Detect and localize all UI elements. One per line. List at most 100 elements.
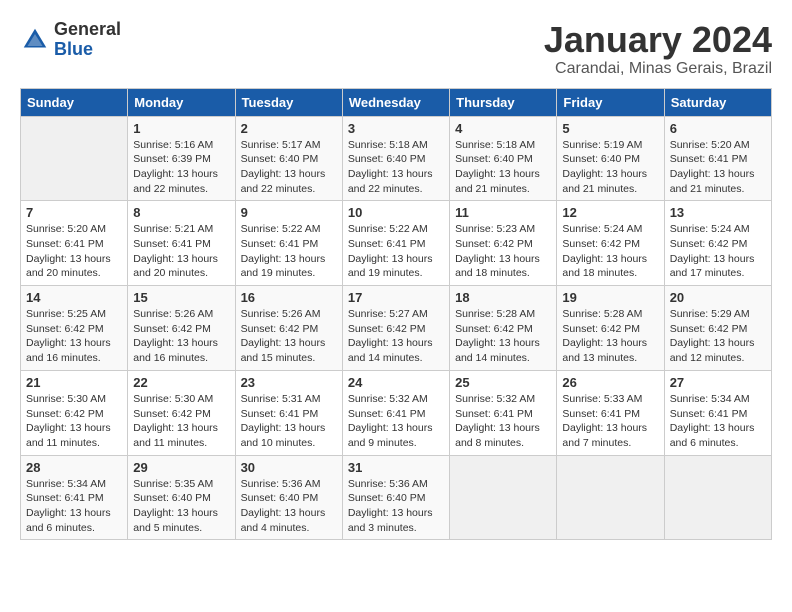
day-number: 12 (562, 205, 658, 220)
calendar-week-row: 1 Sunrise: 5:16 AMSunset: 6:39 PMDaylight… (21, 116, 772, 201)
day-number: 9 (241, 205, 337, 220)
day-info: Sunrise: 5:29 AMSunset: 6:42 PMDaylight:… (670, 307, 766, 366)
calendar-cell: 12 Sunrise: 5:24 AMSunset: 6:42 PMDayligh… (557, 201, 664, 286)
calendar-table: SundayMondayTuesdayWednesdayThursdayFrid… (20, 88, 772, 541)
day-number: 15 (133, 290, 229, 305)
calendar-day-header: Wednesday (342, 88, 449, 116)
logo-text: General Blue (54, 20, 121, 60)
day-number: 25 (455, 375, 551, 390)
day-info: Sunrise: 5:18 AMSunset: 6:40 PMDaylight:… (455, 138, 551, 197)
month-title: January 2024 (544, 20, 772, 60)
day-info: Sunrise: 5:18 AMSunset: 6:40 PMDaylight:… (348, 138, 444, 197)
day-info: Sunrise: 5:22 AMSunset: 6:41 PMDaylight:… (241, 222, 337, 281)
day-number: 7 (26, 205, 122, 220)
calendar-day-header: Sunday (21, 88, 128, 116)
day-number: 27 (670, 375, 766, 390)
day-number: 3 (348, 121, 444, 136)
day-info: Sunrise: 5:19 AMSunset: 6:40 PMDaylight:… (562, 138, 658, 197)
title-area: January 2024 Carandai, Minas Gerais, Bra… (544, 20, 772, 78)
location-title: Carandai, Minas Gerais, Brazil (544, 60, 772, 78)
day-info: Sunrise: 5:22 AMSunset: 6:41 PMDaylight:… (348, 222, 444, 281)
calendar-cell: 27 Sunrise: 5:34 AMSunset: 6:41 PMDayligh… (664, 370, 771, 455)
calendar-cell: 25 Sunrise: 5:32 AMSunset: 6:41 PMDayligh… (450, 370, 557, 455)
day-info: Sunrise: 5:20 AMSunset: 6:41 PMDaylight:… (670, 138, 766, 197)
calendar-cell (21, 116, 128, 201)
day-number: 16 (241, 290, 337, 305)
day-info: Sunrise: 5:28 AMSunset: 6:42 PMDaylight:… (455, 307, 551, 366)
calendar-cell: 28Sunrise: 5:34 AMSunset: 6:41 PMDayligh… (21, 455, 128, 540)
calendar-cell: 14Sunrise: 5:25 AMSunset: 6:42 PMDayligh… (21, 286, 128, 371)
calendar-week-row: 14Sunrise: 5:25 AMSunset: 6:42 PMDayligh… (21, 286, 772, 371)
day-number: 30 (241, 460, 337, 475)
day-info: Sunrise: 5:30 AMSunset: 6:42 PMDaylight:… (26, 392, 122, 451)
day-number: 13 (670, 205, 766, 220)
day-number: 23 (241, 375, 337, 390)
day-info: Sunrise: 5:24 AMSunset: 6:42 PMDaylight:… (562, 222, 658, 281)
calendar-cell (664, 455, 771, 540)
day-number: 11 (455, 205, 551, 220)
calendar-cell: 15 Sunrise: 5:26 AMSunset: 6:42 PMDayligh… (128, 286, 235, 371)
calendar-cell: 19Sunrise: 5:28 AMSunset: 6:42 PMDayligh… (557, 286, 664, 371)
calendar-cell: 3 Sunrise: 5:18 AMSunset: 6:40 PMDaylight… (342, 116, 449, 201)
day-number: 8 (133, 205, 229, 220)
calendar-cell: 23 Sunrise: 5:31 AMSunset: 6:41 PMDayligh… (235, 370, 342, 455)
calendar-cell: 16 Sunrise: 5:26 AMSunset: 6:42 PMDayligh… (235, 286, 342, 371)
day-info: Sunrise: 5:34 AMSunset: 6:41 PMDaylight:… (670, 392, 766, 451)
day-info: Sunrise: 5:36 AMSunset: 6:40 PMDaylight:… (348, 477, 444, 536)
day-number: 19 (562, 290, 658, 305)
calendar-week-row: 7Sunrise: 5:20 AMSunset: 6:41 PMDaylight… (21, 201, 772, 286)
calendar-cell: 24 Sunrise: 5:32 AMSunset: 6:41 PMDayligh… (342, 370, 449, 455)
page-header: General Blue January 2024 Carandai, Mina… (20, 20, 772, 78)
logo-icon (20, 25, 50, 55)
calendar-cell: 4Sunrise: 5:18 AMSunset: 6:40 PMDaylight… (450, 116, 557, 201)
day-number: 6 (670, 121, 766, 136)
calendar-week-row: 21Sunrise: 5:30 AMSunset: 6:42 PMDayligh… (21, 370, 772, 455)
day-number: 24 (348, 375, 444, 390)
day-number: 20 (670, 290, 766, 305)
day-info: Sunrise: 5:17 AMSunset: 6:40 PMDaylight:… (241, 138, 337, 197)
calendar-header-row: SundayMondayTuesdayWednesdayThursdayFrid… (21, 88, 772, 116)
calendar-cell: 22 Sunrise: 5:30 AMSunset: 6:42 PMDayligh… (128, 370, 235, 455)
day-number: 1 (133, 121, 229, 136)
day-info: Sunrise: 5:32 AMSunset: 6:41 PMDaylight:… (348, 392, 444, 451)
day-info: Sunrise: 5:31 AMSunset: 6:41 PMDaylight:… (241, 392, 337, 451)
day-number: 22 (133, 375, 229, 390)
day-info: Sunrise: 5:30 AMSunset: 6:42 PMDaylight:… (133, 392, 229, 451)
day-number: 31 (348, 460, 444, 475)
calendar-cell: 18 Sunrise: 5:28 AMSunset: 6:42 PMDayligh… (450, 286, 557, 371)
day-number: 14 (26, 290, 122, 305)
day-number: 2 (241, 121, 337, 136)
day-info: Sunrise: 5:21 AMSunset: 6:41 PMDaylight:… (133, 222, 229, 281)
day-number: 28 (26, 460, 122, 475)
day-info: Sunrise: 5:23 AMSunset: 6:42 PMDaylight:… (455, 222, 551, 281)
calendar-cell: 17Sunrise: 5:27 AMSunset: 6:42 PMDayligh… (342, 286, 449, 371)
calendar-day-header: Saturday (664, 88, 771, 116)
calendar-day-header: Tuesday (235, 88, 342, 116)
calendar-cell: 5Sunrise: 5:19 AMSunset: 6:40 PMDaylight… (557, 116, 664, 201)
day-info: Sunrise: 5:16 AMSunset: 6:39 PMDaylight:… (133, 138, 229, 197)
calendar-cell: 29 Sunrise: 5:35 AMSunset: 6:40 PMDayligh… (128, 455, 235, 540)
calendar-cell: 9 Sunrise: 5:22 AMSunset: 6:41 PMDaylight… (235, 201, 342, 286)
calendar-cell: 30 Sunrise: 5:36 AMSunset: 6:40 PMDayligh… (235, 455, 342, 540)
day-info: Sunrise: 5:26 AMSunset: 6:42 PMDaylight:… (241, 307, 337, 366)
calendar-day-header: Friday (557, 88, 664, 116)
day-info: Sunrise: 5:32 AMSunset: 6:41 PMDaylight:… (455, 392, 551, 451)
calendar-cell: 2 Sunrise: 5:17 AMSunset: 6:40 PMDaylight… (235, 116, 342, 201)
day-info: Sunrise: 5:36 AMSunset: 6:40 PMDaylight:… (241, 477, 337, 536)
calendar-cell: 13 Sunrise: 5:24 AMSunset: 6:42 PMDayligh… (664, 201, 771, 286)
day-number: 17 (348, 290, 444, 305)
calendar-cell: 1 Sunrise: 5:16 AMSunset: 6:39 PMDaylight… (128, 116, 235, 201)
day-info: Sunrise: 5:26 AMSunset: 6:42 PMDaylight:… (133, 307, 229, 366)
day-number: 18 (455, 290, 551, 305)
calendar-cell: 8 Sunrise: 5:21 AMSunset: 6:41 PMDaylight… (128, 201, 235, 286)
day-info: Sunrise: 5:35 AMSunset: 6:40 PMDaylight:… (133, 477, 229, 536)
calendar-cell: 31 Sunrise: 5:36 AMSunset: 6:40 PMDayligh… (342, 455, 449, 540)
day-info: Sunrise: 5:24 AMSunset: 6:42 PMDaylight:… (670, 222, 766, 281)
calendar-cell (450, 455, 557, 540)
calendar-day-header: Thursday (450, 88, 557, 116)
calendar-week-row: 28Sunrise: 5:34 AMSunset: 6:41 PMDayligh… (21, 455, 772, 540)
day-number: 10 (348, 205, 444, 220)
calendar-cell: 11 Sunrise: 5:23 AMSunset: 6:42 PMDayligh… (450, 201, 557, 286)
day-number: 29 (133, 460, 229, 475)
calendar-cell: 26Sunrise: 5:33 AMSunset: 6:41 PMDayligh… (557, 370, 664, 455)
